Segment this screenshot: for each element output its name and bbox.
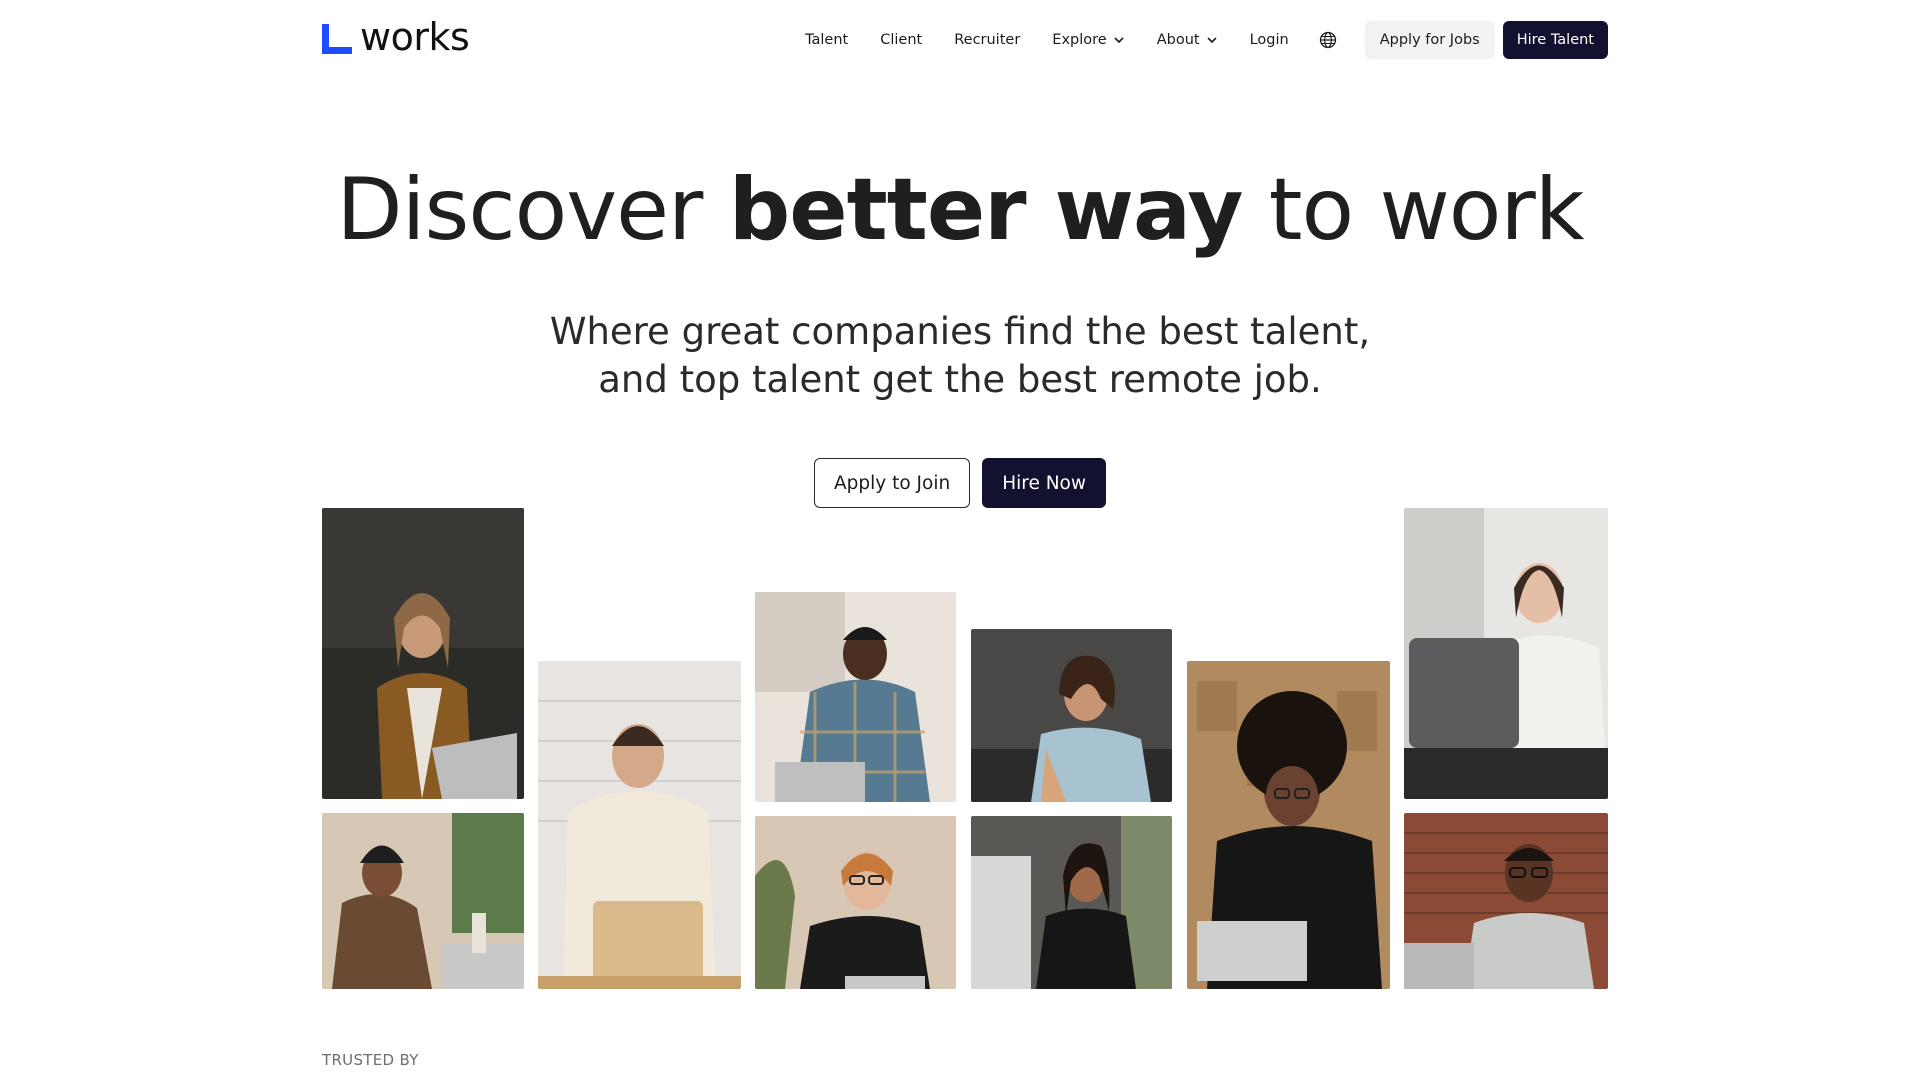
logo-mark-icon (322, 24, 352, 54)
nav-login-label: Login (1249, 32, 1289, 48)
nav-about-label: About (1156, 32, 1200, 48)
nav-login[interactable]: Login (1250, 32, 1289, 48)
chevron-down-icon (1207, 37, 1217, 44)
hero-title-part1: Discover (336, 160, 729, 260)
nav-about[interactable]: About (1157, 32, 1218, 48)
photo-man-glasses-smiling-laptop (1404, 813, 1608, 989)
nav-talent-label: Talent (805, 32, 849, 48)
nav-explore[interactable]: Explore (1052, 32, 1124, 48)
nav-explore-label: Explore (1052, 32, 1107, 48)
main-nav: Talent Client Recruiter Explore About Lo… (805, 21, 1608, 59)
hero-title-part2: to work (1242, 160, 1585, 260)
hero-subtitle-line1: Where great companies find the best tale… (549, 310, 1371, 353)
photo-woman-black-blazer-laptop (971, 816, 1172, 989)
chevron-down-icon (1114, 37, 1124, 44)
nav-talent[interactable]: Talent (805, 32, 848, 48)
nav-client[interactable]: Client (880, 32, 922, 48)
hero-subtitle-line2: and top talent get the best remote job. (598, 358, 1322, 401)
photo-man-plaid-shirt-typing (755, 592, 956, 802)
photo-woman-white-blouse-laptop (1404, 508, 1608, 799)
photo-woman-red-hair-glasses (755, 816, 956, 989)
photo-man-beanie-laptop-plant (322, 813, 524, 989)
hero-cta-group: Apply to Join Hire Now (0, 458, 1920, 508)
photo-woman-afro-glasses-laptop (1187, 661, 1390, 989)
apply-for-jobs-button[interactable]: Apply for Jobs (1364, 21, 1495, 59)
apply-to-join-button[interactable]: Apply to Join (813, 458, 971, 508)
hero-subtitle: Where great companies find the best tale… (0, 308, 1920, 404)
photo-woman-curly-hair-denim-vest (971, 629, 1172, 802)
photo-man-long-hair-brown-jacket-laptop (322, 508, 524, 799)
photo-man-cream-sweater-laptop (538, 661, 741, 989)
brand-name: works (360, 15, 470, 59)
trusted-by-label: TRUSTED BY (322, 1051, 419, 1069)
nav-recruiter[interactable]: Recruiter (954, 32, 1020, 48)
hero-title: Discover better way to work (0, 155, 1920, 265)
brand-logo[interactable]: works (322, 18, 470, 56)
globe-icon[interactable] (1319, 31, 1337, 49)
nav-client-label: Client (880, 32, 923, 48)
hire-talent-button[interactable]: Hire Talent (1502, 21, 1608, 59)
hero-title-bold: better way (728, 160, 1244, 260)
nav-recruiter-label: Recruiter (954, 32, 1021, 48)
hire-now-button[interactable]: Hire Now (982, 458, 1106, 508)
